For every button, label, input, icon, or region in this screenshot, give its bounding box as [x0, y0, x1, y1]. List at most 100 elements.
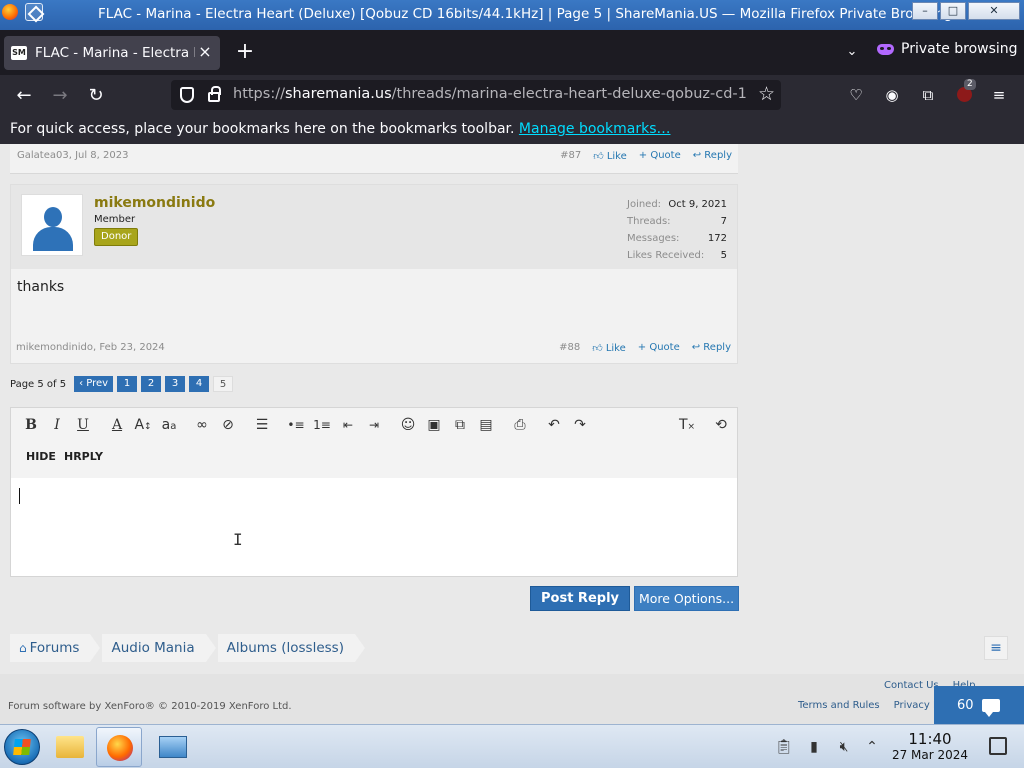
forward-icon[interactable]: → — [47, 83, 73, 109]
action-center-icon[interactable] — [989, 737, 1007, 755]
firefox-icon — [107, 735, 133, 761]
pocket-icon[interactable]: ♡ — [845, 84, 867, 106]
chat-count: 60 — [957, 698, 974, 713]
prev-post-reply-button[interactable]: ↩ Reply — [693, 150, 732, 162]
media-icon[interactable]: ⧉ — [450, 416, 470, 434]
battery-tray-icon[interactable]: ▮ — [805, 738, 823, 756]
sharemania-favicon-icon: SM — [11, 46, 27, 60]
reload-icon[interactable]: ↻ — [83, 83, 109, 109]
volume-muted-icon[interactable]: 🔇︎ — [835, 738, 853, 756]
bold-icon[interactable]: B — [21, 416, 41, 434]
redo-icon[interactable]: ↷ — [570, 416, 590, 434]
outdent-icon[interactable]: ⇤ — [338, 416, 358, 434]
avatar[interactable] — [21, 194, 83, 256]
maximize-button[interactable]: □ — [940, 2, 966, 20]
thumbs-up-icon: 👍︎ — [593, 151, 607, 162]
post-like-button[interactable]: 👍︎ Like — [592, 342, 626, 354]
back-icon[interactable]: ← — [11, 83, 37, 109]
list-all-tabs-icon[interactable]: ⌄ — [842, 42, 862, 62]
minimize-button[interactable]: – — [912, 2, 938, 20]
breadcrumb-audio-mania[interactable]: Audio Mania — [102, 634, 216, 662]
close-tab-icon[interactable]: × — [196, 43, 214, 61]
hide-button[interactable]: HIDE — [26, 450, 56, 463]
contact-us-link[interactable]: Contact Us — [884, 680, 939, 691]
italic-icon[interactable]: I — [47, 416, 67, 434]
prev-page-button[interactable]: ‹ Prev — [74, 376, 114, 392]
page-link-1[interactable]: 1 — [117, 376, 138, 392]
more-options-button[interactable]: More Options... — [634, 586, 739, 611]
underline-icon[interactable]: U — [73, 416, 93, 434]
navigation-toolbar: ← → ↻ https://sharemania.us/threads/mari… — [0, 75, 1024, 116]
url-text[interactable]: https://sharemania.us/threads/marina-ele… — [233, 86, 747, 102]
align-icon[interactable]: ☰ — [252, 416, 272, 434]
prev-post-quote-button[interactable]: + Quote — [639, 150, 681, 162]
breadcrumb-label: Forums — [29, 640, 80, 656]
tab-title: FLAC - Marina - Electra Heart (Deluxe) — [35, 45, 195, 61]
numbered-list-icon[interactable]: 1≡ — [312, 416, 332, 434]
start-button[interactable] — [4, 729, 40, 765]
terms-link[interactable]: Terms and Rules — [798, 700, 880, 711]
indent-icon[interactable]: ⇥ — [364, 416, 384, 434]
show-hidden-icons-chevron-icon[interactable]: ⌃ — [863, 738, 881, 756]
post-reply-button[interactable]: ↩ Reply — [692, 342, 731, 354]
hrply-button[interactable]: HRPLY — [64, 450, 103, 463]
insert-more-icon[interactable]: ▤ — [476, 416, 496, 434]
image-icon[interactable]: ▣ — [424, 416, 444, 434]
bbcode-toggle-icon[interactable]: ⟲ — [711, 416, 731, 434]
pin-icon[interactable] — [25, 3, 43, 21]
prev-post-actions: #87 👍︎ Like + Quote ↩ Reply — [560, 150, 732, 162]
stat-value: 172 — [707, 233, 727, 244]
unlink-icon[interactable]: ⊘ — [218, 416, 238, 434]
message-textarea[interactable]: I — [11, 478, 737, 576]
tab-strip: SM FLAC - Marina - Electra Heart (Deluxe… — [0, 30, 1024, 75]
font-size-icon[interactable]: A↕ — [133, 416, 153, 434]
network-app-icon — [159, 736, 187, 758]
stat-value: 5 — [720, 250, 727, 261]
tracking-protection-shield-icon[interactable] — [180, 87, 194, 103]
tab-active[interactable]: SM FLAC - Marina - Electra Heart (Deluxe… — [4, 36, 220, 70]
taskbar-file-explorer[interactable] — [47, 727, 93, 767]
system-clock[interactable]: 11:40 27 Mar 2024 — [890, 730, 970, 762]
text-color-icon[interactable]: A — [107, 416, 127, 434]
taskbar-network-app[interactable] — [150, 727, 196, 767]
post-quote-button[interactable]: + Quote — [638, 342, 680, 354]
post-reply-button[interactable]: Post Reply — [530, 586, 630, 611]
lock-icon[interactable] — [208, 86, 221, 102]
page-link-3[interactable]: 3 — [165, 376, 186, 392]
clipboard-tray-icon[interactable]: 📋︎ — [775, 738, 793, 756]
prev-post-number[interactable]: #87 — [560, 150, 581, 162]
menu-hamburger-icon[interactable]: ≡ — [988, 84, 1010, 106]
font-family-icon[interactable]: aa — [159, 416, 179, 434]
url-bar[interactable]: https://sharemania.us/threads/marina-ele… — [171, 80, 781, 110]
taskbar-firefox[interactable] — [96, 727, 142, 767]
link-icon[interactable]: ∞ — [192, 416, 212, 434]
close-window-button[interactable]: ✕ — [968, 2, 1020, 20]
post-author-date[interactable]: mikemondinido, Feb 23, 2024 — [16, 342, 165, 353]
ublock-extension-icon[interactable]: 2 — [957, 79, 976, 102]
breadcrumb-menu-icon[interactable]: ≡ — [984, 636, 1008, 660]
remove-format-icon[interactable]: T× — [677, 416, 697, 434]
page-link-2[interactable]: 2 — [141, 376, 162, 392]
chat-widget[interactable]: 60 — [934, 686, 1024, 724]
page-link-4[interactable]: 4 — [189, 376, 210, 392]
post-number[interactable]: #88 — [559, 342, 580, 354]
post-user-header: mikemondinido Member Donor Joined: Oct 9,… — [11, 185, 737, 269]
page-content: Galatea03, Jul 8, 2023 #87 👍︎ Like + Quo… — [0, 144, 1024, 724]
username-link[interactable]: mikemondinido — [94, 195, 215, 211]
new-tab-button[interactable]: + — [232, 38, 258, 66]
account-icon[interactable]: ◉ — [881, 84, 903, 106]
prev-post-author-date[interactable]: Galatea03, Jul 8, 2023 — [17, 150, 128, 161]
bullet-list-icon[interactable]: •≡ — [286, 416, 306, 434]
breadcrumb-forums[interactable]: ⌂ Forums — [10, 634, 101, 662]
extensions-icon[interactable]: ⧉ — [917, 84, 939, 106]
chat-bubble-icon — [982, 699, 1000, 717]
prev-post-like-button[interactable]: 👍︎ Like — [593, 150, 627, 162]
manage-bookmarks-link[interactable]: Manage bookmarks… — [519, 121, 671, 137]
home-icon: ⌂ — [19, 641, 27, 655]
breadcrumb-albums-lossless[interactable]: Albums (lossless) — [217, 634, 366, 662]
smilies-icon[interactable]: ☺ — [398, 416, 418, 434]
bookmark-star-icon[interactable]: ☆ — [758, 83, 775, 105]
undo-icon[interactable]: ↶ — [544, 416, 564, 434]
drafts-icon[interactable]: ⎙ — [510, 416, 530, 434]
stat-key: Likes Received: — [627, 250, 705, 261]
